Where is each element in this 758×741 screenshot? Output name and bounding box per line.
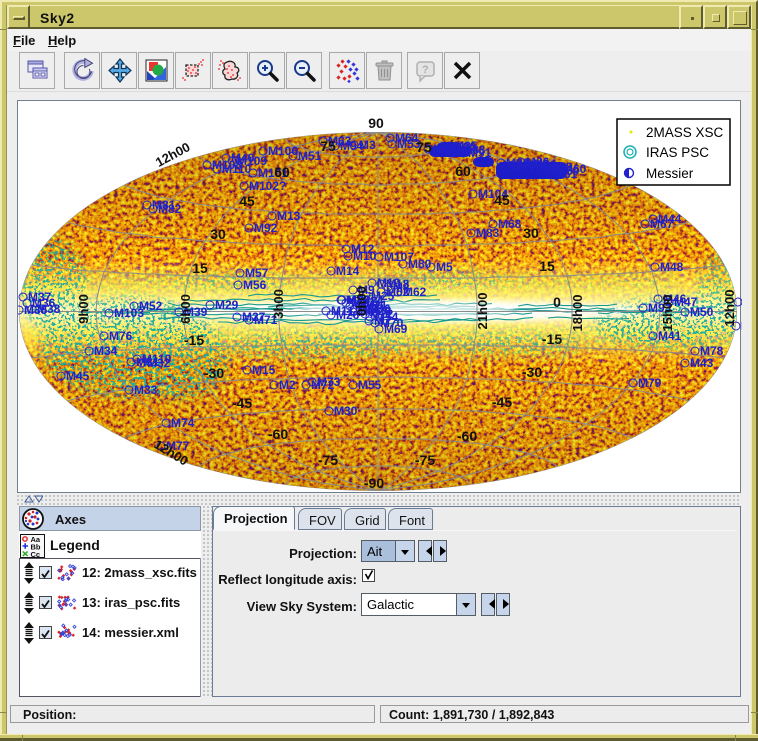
svg-text:75: 75 xyxy=(416,139,432,155)
svg-text:-75: -75 xyxy=(318,452,338,468)
svg-text:30: 30 xyxy=(523,225,539,241)
svg-text:M91: M91 xyxy=(468,146,492,160)
svg-text:M5: M5 xyxy=(436,260,453,274)
svg-text:M68: M68 xyxy=(498,217,522,231)
svg-text:M10: M10 xyxy=(353,249,377,263)
svg-text:IRAS PSC: IRAS PSC xyxy=(646,145,709,160)
svg-text:M74: M74 xyxy=(171,416,195,430)
svg-text:Messier: Messier xyxy=(646,166,694,181)
svg-text:60: 60 xyxy=(455,163,471,179)
svg-text:M110: M110 xyxy=(142,352,172,366)
svg-text:M56: M56 xyxy=(243,278,267,292)
svg-text:30: 30 xyxy=(210,226,226,242)
svg-text:-15: -15 xyxy=(184,332,204,348)
svg-text:M72: M72 xyxy=(311,378,335,392)
svg-text:M34: M34 xyxy=(94,344,118,358)
svg-text:18h00: 18h00 xyxy=(570,295,585,332)
svg-text:Cc: Cc xyxy=(31,550,41,558)
svg-text:-45: -45 xyxy=(492,394,512,410)
svg-text:-75: -75 xyxy=(415,452,435,468)
svg-text:M79: M79 xyxy=(638,376,662,390)
svg-text:-45: -45 xyxy=(232,395,252,411)
svg-text:M55: M55 xyxy=(358,378,382,392)
svg-text:2MASS XSC: 2MASS XSC xyxy=(646,125,724,140)
svg-text:-60: -60 xyxy=(457,428,477,444)
svg-text:0: 0 xyxy=(553,294,561,310)
svg-text:15h00: 15h00 xyxy=(660,295,675,332)
svg-text:M13: M13 xyxy=(277,209,301,223)
svg-text:12h00: 12h00 xyxy=(722,290,737,327)
svg-text:15: 15 xyxy=(192,260,208,276)
svg-text:M29: M29 xyxy=(215,298,239,312)
svg-text:M33: M33 xyxy=(134,383,158,397)
svg-text:-30: -30 xyxy=(522,364,542,380)
svg-text:45: 45 xyxy=(494,192,510,208)
svg-text:9h00: 9h00 xyxy=(76,294,91,324)
svg-text:90: 90 xyxy=(368,115,384,131)
svg-text:M25: M25 xyxy=(371,289,395,303)
svg-text:-15: -15 xyxy=(542,331,562,347)
svg-text:M14: M14 xyxy=(336,264,360,278)
svg-text:M48: M48 xyxy=(660,260,684,274)
svg-text:?: ? xyxy=(422,64,429,76)
svg-text:M80: M80 xyxy=(408,257,432,271)
svg-text:21h00: 21h00 xyxy=(475,293,490,330)
svg-text:75: 75 xyxy=(320,138,336,154)
svg-text:3h00: 3h00 xyxy=(271,289,286,319)
svg-text:M77: M77 xyxy=(741,319,742,333)
svg-text:6h00: 6h00 xyxy=(178,294,193,324)
svg-text:M45: M45 xyxy=(66,369,90,383)
svg-text:45: 45 xyxy=(239,193,255,209)
svg-text:M51: M51 xyxy=(298,149,322,163)
svg-text:M102?: M102? xyxy=(249,179,286,193)
svg-text:M61: M61 xyxy=(554,167,578,181)
svg-text:0h00: 0h00 xyxy=(354,286,369,316)
svg-text:M40: M40 xyxy=(231,151,255,165)
svg-text:-90: -90 xyxy=(364,475,384,491)
svg-text:M2: M2 xyxy=(279,378,296,392)
svg-text:M7: M7 xyxy=(374,314,391,328)
svg-text:15: 15 xyxy=(539,258,555,274)
svg-text:-30: -30 xyxy=(204,365,224,381)
svg-text:60: 60 xyxy=(274,164,290,180)
svg-text:M15: M15 xyxy=(252,363,276,377)
svg-text:M67: M67 xyxy=(650,217,674,231)
svg-text:M83: M83 xyxy=(476,226,500,240)
svg-text:M92: M92 xyxy=(254,221,278,235)
svg-text:M30: M30 xyxy=(334,404,358,418)
svg-text:M62: M62 xyxy=(403,285,427,299)
svg-text:M106: M106 xyxy=(268,144,298,158)
svg-text:M3: M3 xyxy=(359,138,376,152)
svg-text:-60: -60 xyxy=(268,426,288,442)
svg-text:M76: M76 xyxy=(109,329,133,343)
svg-text:M35: M35 xyxy=(24,303,48,317)
svg-text:M52: M52 xyxy=(139,299,163,313)
svg-text:M82: M82 xyxy=(158,202,182,216)
svg-text:M43: M43 xyxy=(690,356,714,370)
svg-text:M47: M47 xyxy=(674,295,698,309)
